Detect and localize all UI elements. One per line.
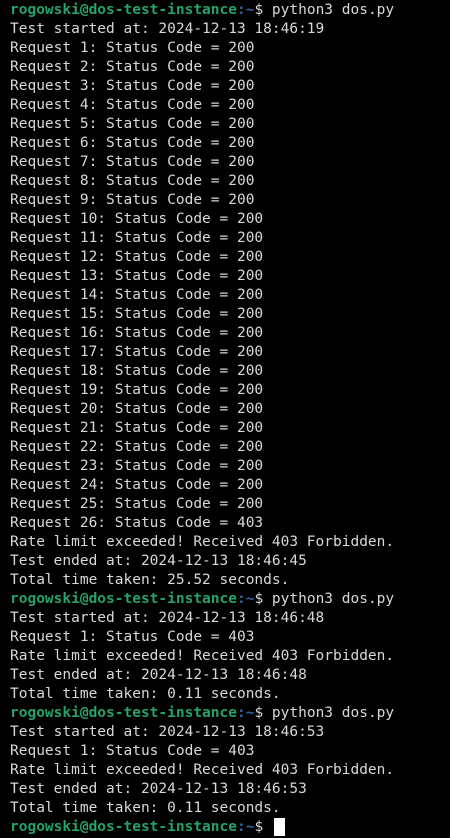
output-line: Request 2: Status Code = 200 [10, 59, 255, 75]
prompt-path: :~ [236, 2, 255, 18]
output-line: Request 26: Status Code = 403 [10, 515, 264, 531]
output-line: Request 17: Status Code = 200 [10, 344, 264, 360]
output-line: Test started at: 2024-12-13 18:46:53 [10, 724, 325, 740]
prompt-path: :~ [236, 591, 255, 607]
output-line: Test started at: 2024-12-13 18:46:19 [10, 21, 325, 37]
prompt-user-host: rogowski@dos-test-instance [10, 819, 237, 835]
prompt-user-host: rogowski@dos-test-instance [10, 591, 237, 607]
output-line: Request 18: Status Code = 200 [10, 363, 264, 379]
output-line: Request 3: Status Code = 200 [10, 78, 255, 94]
prompt-user-host: rogowski@dos-test-instance [10, 2, 237, 18]
output-line: Total time taken: 25.52 seconds. [10, 572, 290, 588]
terminal-window[interactable]: rogowski@dos-test-instance:~$ python3 do… [0, 0, 450, 838]
prompt-symbol: $ [254, 819, 272, 835]
prompt-symbol: $ [254, 705, 272, 721]
prompt-symbol: $ [254, 2, 272, 18]
output-line: Test started at: 2024-12-13 18:46:48 [10, 610, 325, 626]
output-line: Total time taken: 0.11 seconds. [10, 686, 281, 702]
output-line: Test ended at: 2024-12-13 18:46:48 [10, 667, 307, 683]
prompt-path: :~ [236, 705, 255, 721]
output-line: Request 10: Status Code = 200 [10, 211, 264, 227]
command-text: python3 dos.py [271, 2, 395, 18]
prompt-user-host: rogowski@dos-test-instance [10, 705, 237, 721]
output-line: Request 11: Status Code = 200 [10, 230, 264, 246]
output-line: Request 13: Status Code = 200 [10, 268, 264, 284]
prompt-line: rogowski@dos-test-instance:~$ python3 do… [10, 704, 450, 723]
prompt-path: :~ [236, 819, 255, 835]
output-line: Total time taken: 0.11 seconds. [10, 800, 281, 816]
output-line: Request 24: Status Code = 200 [10, 477, 264, 493]
command-text: python3 dos.py [271, 591, 395, 607]
prompt-symbol: $ [254, 591, 272, 607]
output-line: Request 14: Status Code = 200 [10, 287, 264, 303]
output-line: Test ended at: 2024-12-13 18:46:53 [10, 781, 307, 797]
output-line: Rate limit exceeded! Received 403 Forbid… [10, 534, 395, 550]
output-line: Test ended at: 2024-12-13 18:46:45 [10, 553, 307, 569]
output-line: Request 23: Status Code = 200 [10, 458, 264, 474]
output-line: Request 22: Status Code = 200 [10, 439, 264, 455]
output-line: Request 16: Status Code = 200 [10, 325, 264, 341]
prompt-line: rogowski@dos-test-instance:~$ [10, 818, 450, 837]
output-line: Request 19: Status Code = 200 [10, 382, 264, 398]
output-line: Request 9: Status Code = 200 [10, 192, 255, 208]
output-line: Request 12: Status Code = 200 [10, 249, 264, 265]
output-line: Request 20: Status Code = 200 [10, 401, 264, 417]
output-line: Request 5: Status Code = 200 [10, 116, 255, 132]
output-line: Rate limit exceeded! Received 403 Forbid… [10, 762, 395, 778]
output-line: Request 21: Status Code = 200 [10, 420, 264, 436]
output-line: Request 7: Status Code = 200 [10, 154, 255, 170]
text-cursor[interactable] [273, 818, 285, 836]
output-line: Request 4: Status Code = 200 [10, 97, 255, 113]
prompt-line: rogowski@dos-test-instance:~$ python3 do… [10, 1, 450, 20]
output-line: Request 6: Status Code = 200 [10, 135, 255, 151]
output-line: Request 25: Status Code = 200 [10, 496, 264, 512]
output-line: Request 8: Status Code = 200 [10, 173, 255, 189]
output-line: Request 1: Status Code = 403 [10, 743, 255, 759]
prompt-line: rogowski@dos-test-instance:~$ python3 do… [10, 590, 450, 609]
command-text: python3 dos.py [271, 705, 395, 721]
output-line: Request 15: Status Code = 200 [10, 306, 264, 322]
output-line: Rate limit exceeded! Received 403 Forbid… [10, 648, 395, 664]
output-line: Request 1: Status Code = 200 [10, 40, 255, 56]
output-line: Request 1: Status Code = 403 [10, 629, 255, 645]
